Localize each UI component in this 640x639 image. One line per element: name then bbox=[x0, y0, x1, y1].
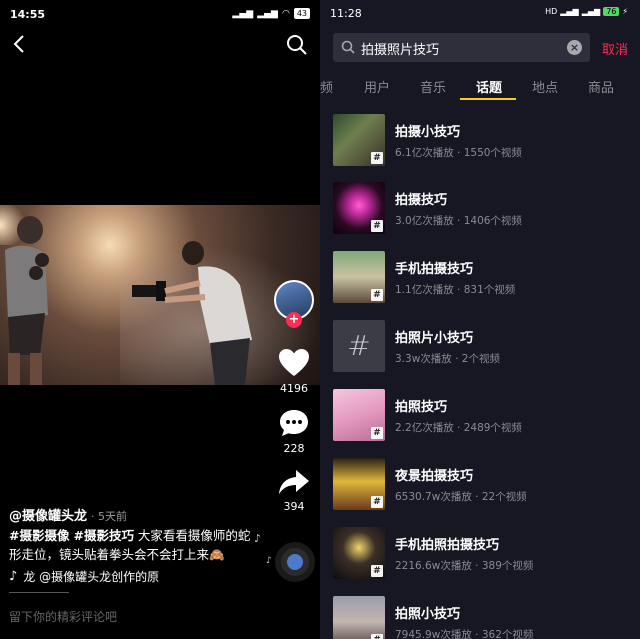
signal-icon-2: ▂▄▆ bbox=[581, 7, 601, 16]
music-line[interactable]: ♪ 龙 @摄像罐头龙创作的原 bbox=[9, 568, 159, 585]
topic-thumbnail: # bbox=[333, 251, 385, 303]
topic-title: 手机拍摄技巧 bbox=[395, 262, 474, 277]
hashtag-icon: # bbox=[371, 427, 383, 439]
hashtag-icon: # bbox=[371, 289, 383, 301]
cancel-button[interactable]: 取消 bbox=[602, 39, 628, 58]
search-results-screen: 11:28 HD ▂▄▆ ▂▄▆ 76 ⚡ 拍摄照片技巧 × 取消 频 用户 音… bbox=[320, 0, 640, 639]
topic-stats: 2.2亿次播放 · 2489个视频 bbox=[395, 422, 522, 434]
author-line[interactable]: @摄像罐头龙 · 5天前 bbox=[9, 505, 127, 524]
topic-title: 拍照小技巧 bbox=[395, 607, 461, 622]
video-caption: #摄影摄像 #摄影技巧 大家看看摄像师的蛇形走位，镜头贴着拳头会不会打上来🙈 bbox=[9, 526, 259, 564]
topic-stats: 7945.9w次播放 · 362个视频 bbox=[395, 629, 534, 639]
tab-products[interactable]: 商品 bbox=[588, 77, 614, 96]
topic-stats: 6.1亿次播放 · 1550个视频 bbox=[395, 147, 522, 159]
tab-users[interactable]: 用户 bbox=[364, 77, 390, 96]
comment-icon bbox=[280, 410, 308, 436]
topic-title: 拍照片小技巧 bbox=[395, 331, 474, 346]
topic-thumbnail: # bbox=[333, 182, 385, 234]
hashtag-icon: # bbox=[371, 152, 383, 164]
like-button[interactable]: 4196 bbox=[272, 348, 316, 395]
follow-button[interactable]: + bbox=[286, 312, 302, 328]
list-item[interactable]: # 拍摄技巧 3.0亿次播放 · 1406个视频 bbox=[320, 180, 640, 248]
divider bbox=[9, 592, 69, 593]
topic-thumbnail: # bbox=[333, 389, 385, 441]
hd-icon: HD bbox=[545, 7, 558, 16]
signal-icon: ▂▄▆ bbox=[560, 7, 579, 16]
signal-icon: ▂▄▆ bbox=[232, 8, 254, 19]
share-button[interactable]: 394 bbox=[272, 468, 316, 513]
status-icons: ▂▄▆ ▂▄▆ ◠ 43 bbox=[232, 8, 310, 19]
topic-title: 拍摄技巧 bbox=[395, 193, 448, 208]
tab-video[interactable]: 频 bbox=[320, 77, 333, 96]
wifi-icon: ◠ bbox=[281, 8, 290, 19]
hashtag-icon: # bbox=[371, 565, 383, 577]
topic-thumbnail: # bbox=[333, 527, 385, 579]
topic-thumbnail: # bbox=[333, 114, 385, 166]
music-note-icon: ♪ bbox=[254, 532, 262, 545]
list-item[interactable]: # 拍摄小技巧 6.1亿次播放 · 1550个视频 bbox=[320, 112, 640, 180]
charging-icon: ⚡ bbox=[622, 7, 628, 16]
topic-stats: 6530.7w次播放 · 22个视频 bbox=[395, 491, 527, 503]
tab-topics[interactable]: 话题 bbox=[476, 77, 502, 96]
tiktok-note-icon: ♪ bbox=[9, 569, 18, 584]
video-player-screen: 14:55 ▂▄▆ ▂▄▆ ◠ 43 + 4196 228 394 @摄像罐头龙… bbox=[0, 0, 320, 639]
list-item[interactable]: # 手机拍摄技巧 1.1亿次播放 · 831个视频 bbox=[320, 249, 640, 317]
emoji-icon: 🙈 bbox=[209, 547, 225, 562]
hashtag-icon: # bbox=[371, 634, 383, 639]
search-query[interactable]: 拍摄照片技巧 bbox=[361, 39, 439, 58]
hashtag-icon: # bbox=[371, 220, 383, 232]
author-name[interactable]: @摄像罐头龙 bbox=[9, 509, 87, 524]
status-bar: 14:55 ▂▄▆ ▂▄▆ ◠ 43 bbox=[0, 0, 320, 28]
music-text: 龙 @摄像罐头龙创作的原 bbox=[23, 570, 160, 584]
topic-stats: 3.0亿次播放 · 1406个视频 bbox=[395, 215, 522, 227]
topic-title: 手机拍照拍摄技巧 bbox=[395, 538, 500, 553]
hashtag-link[interactable]: #摄影技巧 bbox=[73, 528, 133, 543]
battery-icon: 76 bbox=[603, 7, 620, 16]
list-item[interactable]: # 手机拍照拍摄技巧 2216.6w次播放 · 389个视频 bbox=[320, 525, 640, 593]
topic-thumbnail: # bbox=[333, 320, 385, 372]
share-arrow-icon bbox=[279, 470, 309, 494]
music-disc[interactable] bbox=[275, 542, 315, 582]
tab-places[interactable]: 地点 bbox=[532, 77, 558, 96]
topic-stats: 2216.6w次播放 · 389个视频 bbox=[395, 560, 534, 572]
topic-title: 拍照技巧 bbox=[395, 400, 448, 415]
status-time: 14:55 bbox=[10, 8, 46, 21]
list-item[interactable]: # 拍照技巧 2.2亿次播放 · 2489个视频 bbox=[320, 387, 640, 455]
topic-title: 夜景拍摄技巧 bbox=[395, 469, 474, 484]
hashtag-link[interactable]: #摄影摄像 bbox=[9, 528, 69, 543]
active-tab-indicator bbox=[460, 98, 516, 100]
list-item[interactable]: # 拍照片小技巧 3.3w次播放 · 2个视频 bbox=[320, 318, 640, 386]
status-icons: HD ▂▄▆ ▂▄▆ 76 ⚡ bbox=[545, 7, 628, 16]
post-age: · 5天前 bbox=[91, 510, 128, 523]
back-arrow-icon[interactable] bbox=[10, 32, 30, 56]
comment-count: 228 bbox=[283, 442, 305, 455]
tab-music[interactable]: 音乐 bbox=[420, 77, 446, 96]
list-item[interactable]: # 拍照小技巧 7945.9w次播放 · 362个视频 bbox=[320, 594, 640, 639]
status-bar: 11:28 HD ▂▄▆ ▂▄▆ 76 ⚡ bbox=[320, 0, 640, 24]
comment-input[interactable]: 留下你的精彩评论吧 bbox=[9, 608, 117, 625]
hashtag-icon: # bbox=[371, 496, 383, 508]
signal-icon-2: ▂▄▆ bbox=[257, 8, 278, 19]
topic-thumbnail: # bbox=[333, 596, 385, 639]
share-count: 394 bbox=[283, 500, 305, 513]
battery-icon: 43 bbox=[293, 8, 310, 19]
music-note-icon: ♪ bbox=[266, 556, 272, 566]
comment-button[interactable]: 228 bbox=[272, 408, 316, 455]
topic-title: 拍摄小技巧 bbox=[395, 125, 461, 140]
list-item[interactable]: # 夜景拍摄技巧 6530.7w次播放 · 22个视频 bbox=[320, 456, 640, 524]
topic-stats: 3.3w次播放 · 2个视频 bbox=[395, 353, 500, 365]
clear-icon[interactable]: × bbox=[567, 40, 582, 55]
status-time: 11:28 bbox=[330, 7, 362, 20]
hashtag-icon: # bbox=[347, 329, 371, 362]
topic-stats: 1.1亿次播放 · 831个视频 bbox=[395, 284, 516, 296]
search-icon bbox=[341, 40, 355, 54]
search-icon[interactable] bbox=[286, 34, 308, 56]
heart-icon bbox=[279, 349, 309, 376]
like-count: 4196 bbox=[280, 382, 308, 395]
search-input[interactable]: 拍摄照片技巧 × bbox=[333, 33, 590, 62]
topic-thumbnail: # bbox=[333, 458, 385, 510]
